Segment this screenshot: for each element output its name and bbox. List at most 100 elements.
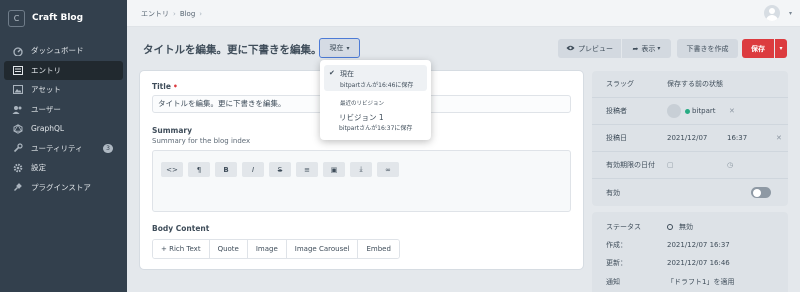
revision-meta: bitpartさんが16:37に保存 xyxy=(339,125,413,132)
add-image-block-button[interactable]: Image xyxy=(247,240,287,258)
author-label: 投稿者 xyxy=(606,107,627,115)
link-button[interactable]: ∞ xyxy=(377,162,399,177)
calendar-icon[interactable]: ▢ xyxy=(667,161,674,169)
chevron-right-icon: › xyxy=(199,10,203,18)
brand[interactable]: C Craft Blog xyxy=(0,0,127,36)
plugin-store-icon xyxy=(12,182,23,193)
created-row: 作成： 2021/12/07 16:37 xyxy=(592,236,788,254)
revision-menu-label: 現在 xyxy=(329,44,344,52)
save-menu-button[interactable]: ▾ xyxy=(775,39,787,58)
sidebar-item-dashboard[interactable]: ダッシュボード xyxy=(0,41,127,61)
save-button[interactable]: 保存 xyxy=(742,39,774,58)
chevron-down-icon: ▾ xyxy=(346,44,350,52)
add-image-carousel-block-button[interactable]: Image Carousel xyxy=(286,240,359,258)
revision-title: リビジョン 1 xyxy=(339,113,384,122)
entries-icon xyxy=(12,65,23,76)
notes-label: 通知 xyxy=(606,278,620,286)
sidebar-item-users[interactable]: ユーザー xyxy=(0,100,127,120)
updated-value: 2021/12/07 16:46 xyxy=(667,259,730,267)
summary-label: Summary xyxy=(152,126,193,135)
sidebar-item-entries[interactable]: エントリ xyxy=(4,60,123,80)
expiry-date-label: 有効期限の日付 xyxy=(606,161,655,169)
recent-revisions-heading: 最近のリビジョン xyxy=(340,101,385,107)
chevron-down-icon[interactable]: ▾ xyxy=(789,10,792,17)
revision-current-title: 現在 xyxy=(340,70,354,78)
author-avatar xyxy=(667,104,681,118)
sidebar-item-settings[interactable]: 設定 xyxy=(0,158,127,178)
post-date-label: 投稿日 xyxy=(606,134,627,142)
add-embed-block-button[interactable]: Embed xyxy=(358,240,399,258)
graphql-icon xyxy=(12,123,23,134)
bold-button[interactable]: B xyxy=(215,162,237,177)
sidebar-item-label: エントリ xyxy=(31,65,61,75)
title-label-text: Title xyxy=(152,82,171,91)
checkmark-icon: ✔ xyxy=(329,69,335,77)
sidebar-item-label: 設定 xyxy=(31,163,46,173)
rich-text-toolbar: <> ¶ B I S ≡ ▣ ⤓ ∞ xyxy=(161,162,399,177)
sidebar-item-assets[interactable]: アセット xyxy=(0,80,127,100)
settings-icon xyxy=(12,162,23,173)
notes-row: 通知 「ドラフト1」を適用 xyxy=(592,273,788,291)
preview-label: プレビュー xyxy=(578,44,613,53)
notes-value: 「ドラフト1」を適用 xyxy=(667,278,735,286)
dashboard-icon xyxy=(12,45,23,56)
remove-author-icon[interactable]: ✕ xyxy=(729,107,735,115)
sidebar-item-utilities[interactable]: ユーティリティ 3 xyxy=(0,139,127,159)
code-button[interactable]: <> xyxy=(161,162,183,177)
clock-icon[interactable]: ◷ xyxy=(727,161,733,169)
sidebar-item-label: ユーザー xyxy=(31,104,61,114)
breadcrumb-section[interactable]: Blog xyxy=(180,10,195,18)
status-label: ステータス xyxy=(606,223,641,231)
eye-icon xyxy=(566,45,575,53)
sidebar-item-plugin-store[interactable]: プラグインストア xyxy=(0,178,127,198)
slug-row: スラッグ 保存する前の状態 xyxy=(592,71,788,98)
chevron-down-icon: ▾ xyxy=(657,45,661,52)
strikethrough-button[interactable]: S xyxy=(269,162,291,177)
post-date-input[interactable]: 2021/12/07 xyxy=(667,134,707,142)
breadcrumb: エントリ › Blog › xyxy=(141,9,206,19)
revision-menu: ✔ 現在 bitpartさんが16:46に保存 最近のリビジョン リビジョン 1… xyxy=(320,60,431,140)
list-button[interactable]: ≡ xyxy=(296,162,318,177)
italic-button[interactable]: I xyxy=(242,162,264,177)
share-icon: ➦ xyxy=(632,44,639,53)
required-icon: • xyxy=(172,82,178,91)
revision-menu-button[interactable]: 現在 ▾ xyxy=(319,38,360,58)
clear-post-date-icon[interactable]: ✕ xyxy=(776,134,782,142)
preview-button[interactable]: プレビュー xyxy=(558,39,621,58)
slug-input[interactable]: 保存する前の状態 xyxy=(667,79,723,89)
title-label: Title • xyxy=(152,82,178,91)
created-label: 作成： xyxy=(606,241,627,249)
block-type-buttons: + Rich Text Quote Image Image Carousel E… xyxy=(152,239,400,259)
upload-button[interactable]: ⤓ xyxy=(350,162,372,177)
add-rich-text-block-button[interactable]: + Rich Text xyxy=(153,240,210,258)
paragraph-format-button[interactable]: ¶ xyxy=(188,162,210,177)
create-draft-button[interactable]: 下書きを作成 xyxy=(677,39,738,58)
post-time-input[interactable]: 16:37 xyxy=(727,134,747,142)
sidebar-nav: ダッシュボード エントリ アセット ユーザー GraphQL ユーティリティ 3… xyxy=(0,41,127,197)
sidebar-item-label: ユーティリティ xyxy=(31,143,83,153)
expiry-date-row: 有効期限の日付 ▢ ◷ xyxy=(592,152,788,179)
enabled-toggle[interactable] xyxy=(751,187,771,198)
share-button[interactable]: ➦ 表示 ▾ xyxy=(622,39,671,58)
created-value: 2021/12/07 16:37 xyxy=(667,241,730,249)
author-status-dot xyxy=(685,108,690,114)
summary-rich-text-editor[interactable]: <> ¶ B I S ≡ ▣ ⤓ ∞ xyxy=(152,150,571,212)
add-quote-block-button[interactable]: Quote xyxy=(209,240,248,258)
utilities-icon xyxy=(12,143,23,154)
breadcrumb-entries[interactable]: エントリ xyxy=(141,9,169,19)
revision-current-item[interactable]: ✔ 現在 bitpartさんが16:46に保存 xyxy=(324,65,427,91)
sidebar-item-label: アセット xyxy=(31,85,61,95)
sidebar-item-graphql[interactable]: GraphQL xyxy=(0,119,127,139)
share-label: 表示 xyxy=(641,44,656,53)
user-avatar[interactable] xyxy=(764,5,780,21)
updated-label: 更新： xyxy=(606,259,627,267)
status-value: 無効 xyxy=(667,222,693,232)
summary-instructions: Summary for the blog index xyxy=(152,137,251,145)
author-name[interactable]: bitpart xyxy=(692,107,716,115)
assets-icon xyxy=(12,84,23,95)
enabled-label: 有効 xyxy=(606,188,620,197)
image-button[interactable]: ▣ xyxy=(323,162,345,177)
topbar: エントリ › Blog › ▾ xyxy=(127,0,800,27)
chevron-down-icon: ▾ xyxy=(779,45,783,52)
disabled-status-icon xyxy=(667,224,673,230)
